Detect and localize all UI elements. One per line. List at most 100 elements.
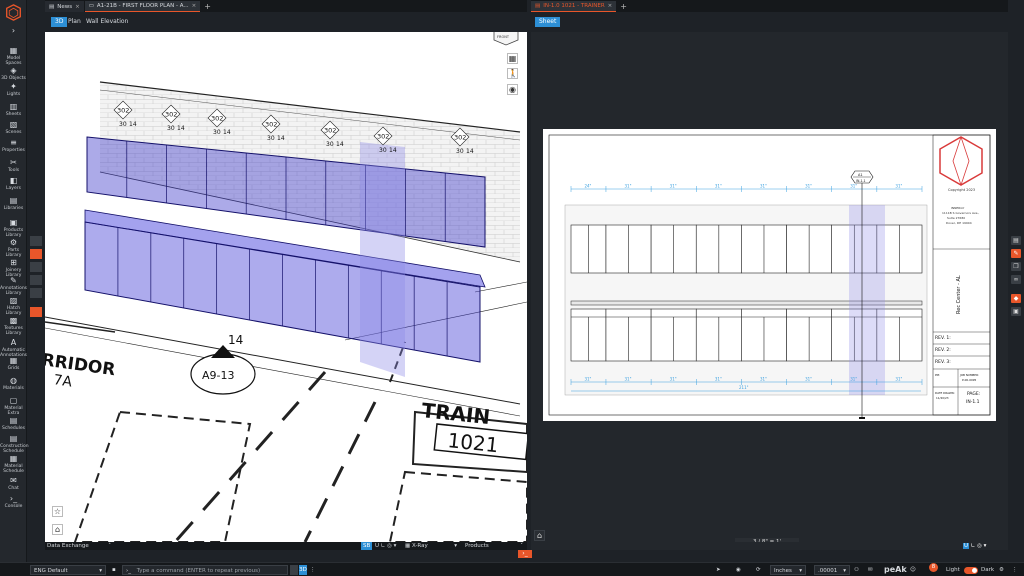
send-icon[interactable]: ➤: [716, 565, 721, 575]
sidebar-item-parts-library[interactable]: ⚙ Parts Library: [0, 238, 27, 258]
sidebar-item-joinery-library[interactable]: ⊞ Joinery Library: [0, 258, 27, 278]
history-icon[interactable]: ⟳: [756, 565, 761, 575]
sidebar-item-scenes[interactable]: ▧ Scenes: [0, 120, 27, 135]
sidebar-item-material-extra[interactable]: ▢ Material Extra: [0, 396, 27, 416]
sheet-canvas[interactable]: Copyright 2023 INNERGY 1111B S Governors…: [531, 32, 1008, 550]
sidebar-item-lights[interactable]: ✦ Lights: [0, 82, 27, 97]
tag-value: 14: [177, 125, 185, 132]
brand-logo: peAk: [884, 565, 907, 574]
notification-badge[interactable]: 8: [929, 563, 938, 572]
sidebar-item-automatic-annotations[interactable]: A Automatic Annotations: [0, 338, 27, 358]
snap-icons[interactable]: U ∟ ◎ ▾: [375, 542, 396, 550]
walk-mode-icon[interactable]: 🚶: [507, 68, 518, 79]
sidebar-item-sheets[interactable]: ▥ Sheets: [0, 102, 27, 117]
svg-text:FRONT: FRONT: [497, 35, 510, 39]
command-option[interactable]: [290, 565, 298, 575]
sidebar-item-products-library[interactable]: ▣ Products Library: [0, 218, 27, 238]
view-sheet-button[interactable]: Sheet: [535, 17, 561, 27]
sidebar-item-chat[interactable]: ✉ Chat: [0, 476, 27, 491]
tab-sheet-trainer[interactable]: ▤ IN-1.0 1021 - TRAINER ×: [531, 1, 617, 12]
3d-scene[interactable]: 30230 1430230 1430230 1430230 1430230 1430230…: [45, 32, 527, 542]
sidebar-item-materials[interactable]: ◍ Materials: [0, 376, 27, 391]
side-toolbar-button[interactable]: [30, 288, 42, 298]
user-icon[interactable]: ☺: [910, 565, 916, 575]
sidebar-item-layers[interactable]: ◧ Layers: [0, 176, 27, 191]
sidebar-item-textures-library[interactable]: ▩ Textures Library: [0, 316, 27, 336]
command-option-active[interactable]: 3D: [299, 565, 307, 575]
tab-label: A1-21B - FIRST FLOOR PLAN - A...: [96, 3, 189, 9]
data-exchange-dropdown[interactable]: Data Exchange ˄: [47, 542, 111, 550]
theme-toggle[interactable]: [964, 567, 978, 574]
sidebar-item-hatch-library[interactable]: ▨ Hatch Library: [0, 296, 27, 316]
home-icon[interactable]: ⌂: [534, 530, 545, 541]
console-toggle-button[interactable]: ›_: [518, 550, 532, 558]
add-tab-button[interactable]: +: [201, 1, 214, 12]
sidebar-item-libraries[interactable]: ▤ Libraries: [0, 196, 27, 211]
save-icon[interactable]: ▪: [112, 565, 116, 575]
products-dropdown[interactable]: Products ˅: [465, 542, 523, 550]
xray-dropdown[interactable]: ▦ X-Ray ▾: [405, 542, 457, 550]
close-icon[interactable]: ×: [75, 4, 80, 10]
precision-dropdown[interactable]: .00001 ▾: [814, 565, 850, 575]
grid-view-icon[interactable]: ▦: [507, 53, 518, 64]
units-dropdown[interactable]: Inches ▾: [770, 565, 806, 575]
sidebar-item-grids[interactable]: ▦ Grids: [0, 356, 27, 371]
more-menu-icon[interactable]: ⋮: [1012, 565, 1018, 575]
side-toolbar-button-active[interactable]: [30, 249, 42, 259]
wrench-icon[interactable]: ✎: [1011, 249, 1021, 258]
room-number-label: 1021: [446, 428, 499, 457]
language-dropdown[interactable]: ENG Default ▾: [30, 565, 106, 575]
scenes-icon: ▧: [9, 120, 18, 129]
sidebar-item-console[interactable]: ›_ Console: [0, 494, 27, 509]
grid-icon: ▦: [405, 543, 411, 549]
sidebar-item-3d-objects[interactable]: ◈ 3D Objects: [0, 66, 27, 81]
home-icon[interactable]: ⌂: [52, 524, 63, 535]
layers-icon[interactable]: ▤: [1011, 236, 1021, 245]
collab-icon[interactable]: ⚇: [854, 565, 859, 575]
camera-icon[interactable]: ◉: [507, 84, 518, 95]
add-tab-button[interactable]: +: [617, 1, 630, 12]
tab-news[interactable]: ▤ News ×: [45, 1, 84, 12]
sidebar-item-model-spaces[interactable]: ▦ Model Spaces: [0, 46, 27, 66]
side-toolbar-button-active[interactable]: [30, 307, 42, 317]
diamond-tag-label: 302: [117, 107, 129, 115]
3d-viewport[interactable]: 302 30 14 302 30 14 302 30 14 302 30 14 302 30 14 302 30…: [45, 32, 527, 542]
tag-value: 14: [129, 121, 137, 128]
chat-icon[interactable]: ✉: [868, 565, 873, 575]
top-dimensions: 24" 31" 31" 31" 31" 31" 31" 31": [570, 184, 923, 192]
tag-icon[interactable]: ◆: [1011, 294, 1021, 303]
print-icon[interactable]: ▣: [1011, 307, 1021, 316]
side-toolbar-button[interactable]: [30, 262, 42, 272]
app-logo-icon[interactable]: [5, 4, 22, 21]
diamond-tag-label: 302: [377, 133, 389, 141]
more-options-icon[interactable]: ⋮: [310, 565, 316, 575]
view-cube[interactable]: FRONT: [492, 32, 520, 47]
sidebar-item-tools[interactable]: ✂ Tools: [0, 158, 27, 173]
sidebar-item-label: Libraries: [3, 206, 24, 211]
expand-sidebar-icon[interactable]: ›: [0, 26, 27, 36]
command-input[interactable]: ›_ Type a command (ENTER to repeat previ…: [122, 565, 288, 575]
link-icon[interactable]: ∞: [1011, 275, 1021, 284]
view-wall-elevation-button[interactable]: Wall Elevation: [82, 17, 132, 27]
copy-icon[interactable]: ❐: [1011, 262, 1021, 271]
snap-toggle[interactable]: SB: [361, 542, 373, 550]
sidebar-item-material-schedule[interactable]: ▦ Material Schedule: [0, 454, 27, 474]
sidebar-item-annotations-library[interactable]: ✎ Annotations Library: [0, 276, 27, 296]
close-icon[interactable]: ×: [608, 3, 613, 9]
sidebar-item-properties[interactable]: ≡ Properties: [0, 138, 27, 153]
settings-icon[interactable]: ⚙: [999, 565, 1004, 575]
left-sidebar: › ▦ Model Spaces ◈ 3D Objects ✦ Lights ▥ Sheets…: [0, 0, 29, 562]
svg-text:P-00-0095: P-00-0095: [962, 378, 977, 382]
eye-icon[interactable]: ◉: [736, 565, 741, 575]
drawing-sheet: Copyright 2023 INNERGY 1111B S Governors…: [543, 129, 996, 421]
tab-floor-plan[interactable]: ▭ A1-21B - FIRST FLOOR PLAN - A... ×: [84, 1, 201, 12]
sidebar-item-label: Construction Schedule: [0, 444, 29, 454]
snap-icons[interactable]: U ∟ ◎ ▾: [963, 542, 986, 550]
close-icon[interactable]: ×: [192, 3, 197, 9]
star-icon[interactable]: ☆: [52, 506, 63, 517]
side-toolbar-button[interactable]: [30, 236, 42, 246]
side-toolbar-button[interactable]: [30, 275, 42, 285]
sidebar-item-construction-schedule[interactable]: ▤ Construction Schedule: [0, 434, 29, 454]
sidebar-item-schedules[interactable]: ▤ Schedules: [0, 416, 27, 431]
dimension-label: 24": [584, 184, 591, 189]
